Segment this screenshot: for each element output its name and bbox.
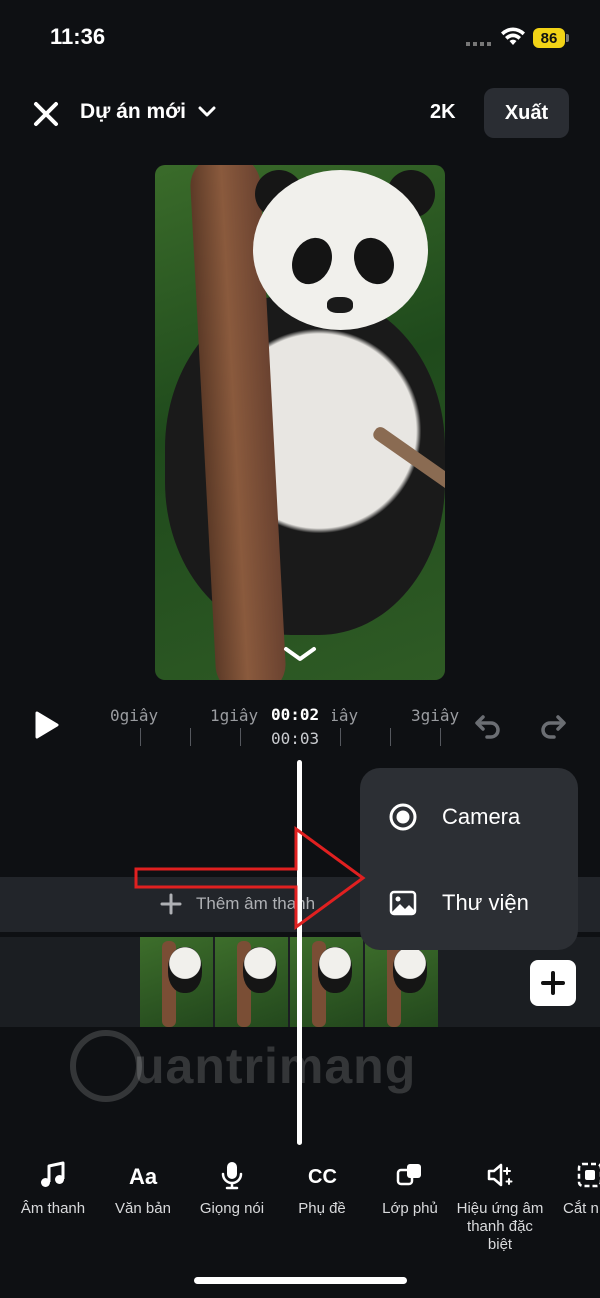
export-button[interactable]: Xuất bbox=[484, 88, 569, 138]
tick-mark bbox=[190, 728, 191, 746]
captions-cc-icon: CC bbox=[308, 1166, 337, 1188]
tool-voice[interactable]: Giọng nói bbox=[187, 1160, 277, 1218]
music-note-icon bbox=[41, 1161, 65, 1187]
collapse-chevron-icon[interactable] bbox=[282, 645, 318, 665]
menu-item-label: Thư viện bbox=[442, 890, 529, 915]
tick-label: 3giây bbox=[411, 706, 460, 725]
crop-icon bbox=[577, 1162, 600, 1188]
svg-text:CC: CC bbox=[308, 1166, 337, 1188]
clip-thumbnail bbox=[140, 937, 215, 1027]
tick-mark bbox=[440, 728, 441, 746]
tool-crop[interactable]: Cắt n bbox=[545, 1160, 600, 1218]
panda-nose bbox=[327, 297, 353, 313]
tool-text[interactable]: Aa Văn bản bbox=[98, 1160, 188, 1218]
overlay-icon bbox=[396, 1164, 421, 1186]
svg-text:Aa: Aa bbox=[129, 1164, 158, 1189]
tool-captions[interactable]: CC Phụ đề bbox=[277, 1160, 367, 1218]
wifi-icon bbox=[501, 27, 525, 45]
watermark-logo-icon bbox=[70, 1030, 142, 1102]
menu-item-label: Camera bbox=[442, 804, 521, 829]
plus-icon bbox=[541, 971, 565, 995]
tool-label: Hiệu ứng âm thanh đặc biệt bbox=[456, 1200, 544, 1253]
tick-label: 1giây bbox=[210, 706, 259, 725]
text-aa-icon: Aa bbox=[129, 1164, 158, 1189]
menu-item-library[interactable]: Thư viện bbox=[388, 888, 529, 918]
annotation-arrow-icon bbox=[134, 826, 366, 930]
home-indicator[interactable] bbox=[194, 1277, 407, 1284]
watermark-text: uantrimang bbox=[134, 1038, 417, 1094]
add-media-menu: Camera Thư viện bbox=[360, 768, 578, 950]
close-icon[interactable] bbox=[32, 100, 60, 128]
tool-label: Lớp phủ bbox=[382, 1200, 438, 1217]
tick-mark bbox=[390, 728, 391, 746]
chevron-down-icon bbox=[198, 106, 216, 117]
tool-sound-effects[interactable]: Hiệu ứng âm thanh đặc biệt bbox=[455, 1160, 545, 1254]
image-gallery-icon bbox=[389, 890, 417, 916]
tool-label: Văn bản bbox=[115, 1200, 171, 1217]
watermark: uantrimang bbox=[70, 1030, 416, 1102]
tick-mark bbox=[240, 728, 241, 746]
tool-audio[interactable]: Âm thanh bbox=[8, 1160, 98, 1218]
menu-item-camera[interactable]: Camera bbox=[388, 802, 520, 832]
resolution-button[interactable]: 2K bbox=[430, 101, 456, 124]
camera-record-icon bbox=[389, 803, 417, 831]
tick-mark bbox=[140, 728, 141, 746]
sound-effect-icon bbox=[487, 1163, 513, 1187]
undo-icon[interactable] bbox=[473, 711, 503, 741]
video-clip[interactable] bbox=[140, 937, 440, 1027]
tool-overlay[interactable]: Lớp phủ bbox=[365, 1160, 455, 1218]
clip-thumbnail bbox=[215, 937, 290, 1027]
tick-label: 0giây bbox=[110, 706, 159, 725]
tool-label: Giọng nói bbox=[199, 1200, 265, 1217]
total-time: 00:03 bbox=[271, 729, 320, 748]
current-time: 00:02 bbox=[271, 705, 320, 724]
tool-label: Âm thanh bbox=[20, 1200, 86, 1217]
signal-dots-icon bbox=[466, 42, 492, 46]
add-clip-button[interactable] bbox=[530, 960, 576, 1006]
tool-label: Phụ đề bbox=[298, 1200, 346, 1217]
microphone-icon bbox=[221, 1162, 243, 1190]
redo-icon[interactable] bbox=[538, 711, 568, 741]
project-title-dropdown[interactable]: Dự án mới bbox=[80, 100, 216, 124]
tick-mark bbox=[340, 728, 341, 746]
clip-thumbnail bbox=[365, 937, 440, 1027]
play-icon[interactable] bbox=[32, 710, 60, 740]
project-title: Dự án mới bbox=[80, 100, 186, 123]
status-time: 11:36 bbox=[50, 24, 106, 49]
battery-tip bbox=[566, 34, 569, 42]
tool-label: Cắt n bbox=[563, 1200, 599, 1217]
battery-indicator: 86 bbox=[533, 28, 565, 48]
video-preview[interactable] bbox=[155, 165, 445, 680]
